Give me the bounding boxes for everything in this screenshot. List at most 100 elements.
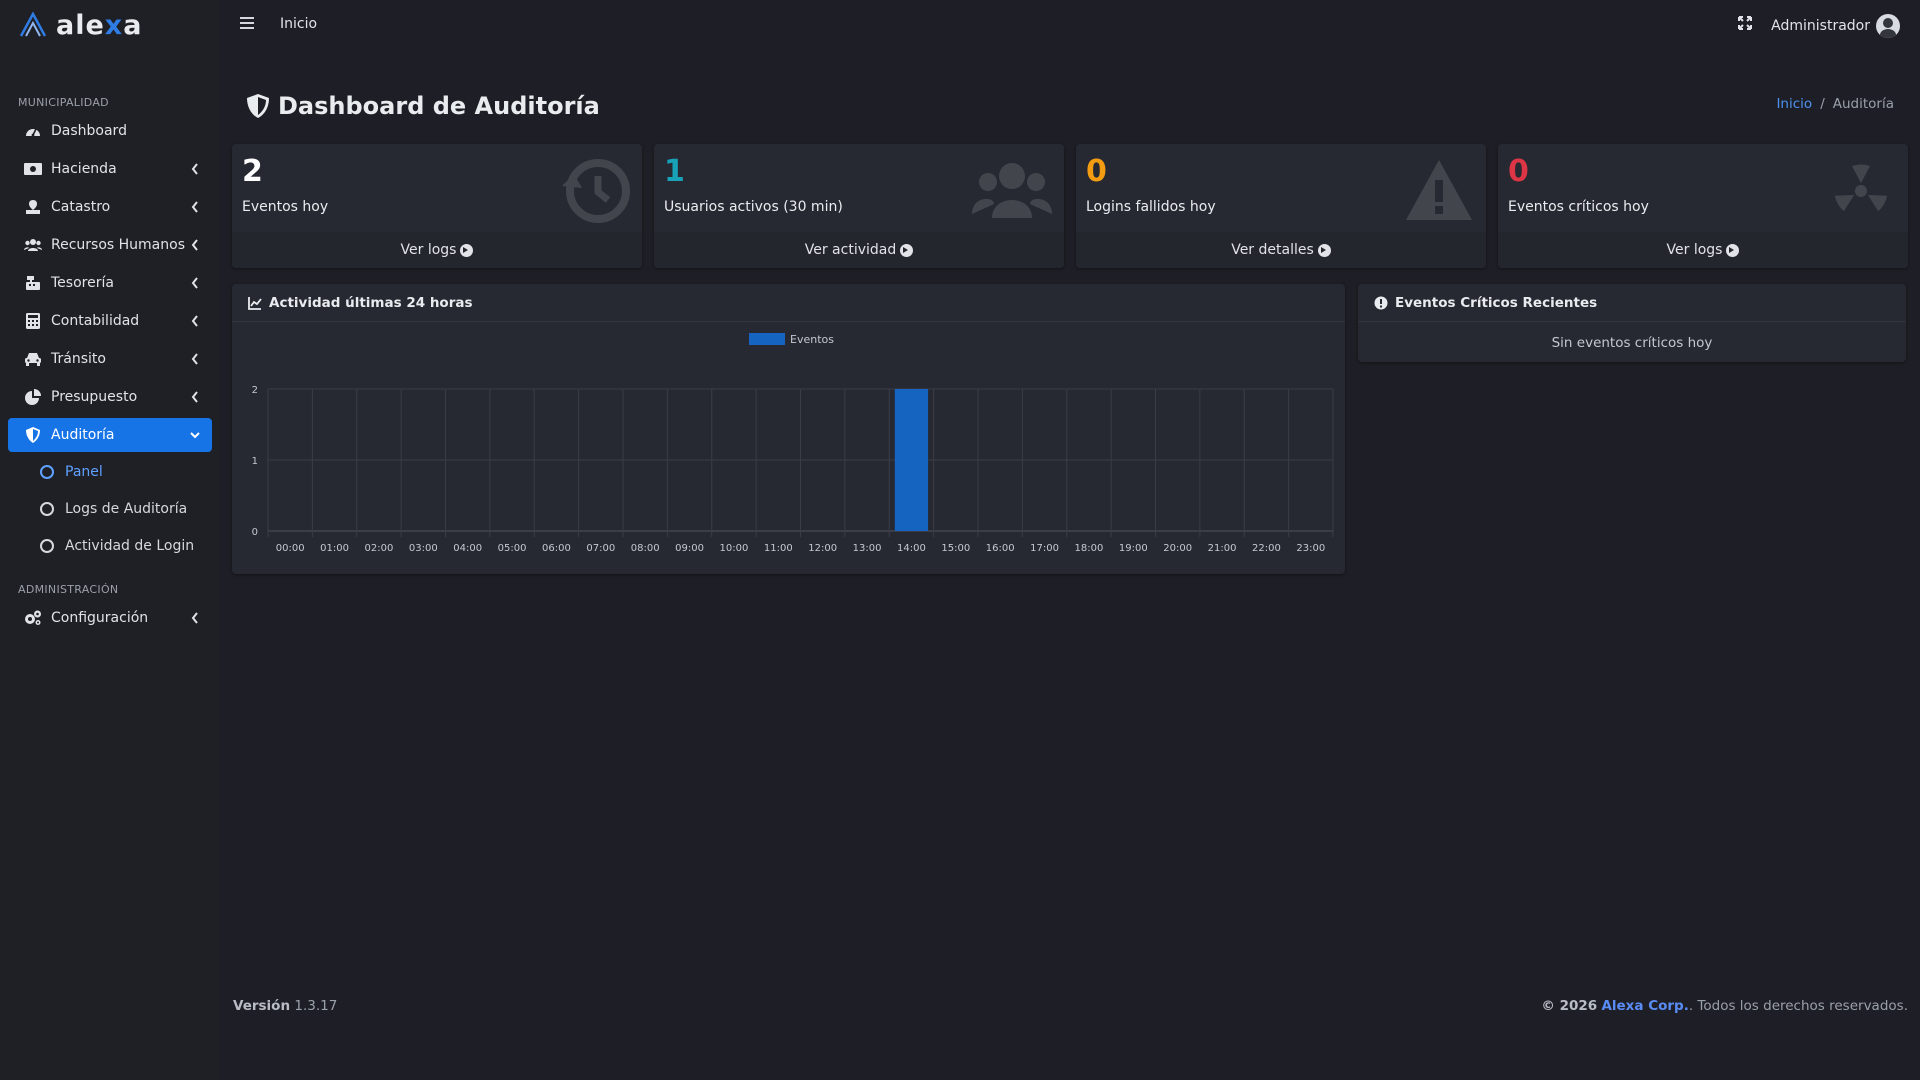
stat-footer-link[interactable]: Ver actividad: [654, 232, 1064, 268]
card-title: Eventos Críticos Recientes: [1395, 294, 1598, 311]
chart-x-ticks: 00:00 01:00 02:00 03:00 04:00 05:00 06:00 07:00…: [276, 543, 1325, 554]
x-tick-label: 20:00: [1163, 543, 1192, 554]
x-tick-label: 05:00: [498, 543, 527, 554]
stat-footer-link[interactable]: Ver logs: [1498, 232, 1908, 268]
x-tick-label: 08:00: [631, 543, 660, 554]
x-tick-label: 21:00: [1208, 543, 1237, 554]
stat-link-label: Ver detalles: [1231, 242, 1314, 258]
y-tick-label: 0: [252, 527, 258, 538]
user-menu[interactable]: Administrador: [1771, 14, 1900, 38]
sidebar: alexa MUNICIPALIDAD Dashboard Hacienda C…: [0, 0, 220, 1080]
fullscreen-icon[interactable]: [1738, 16, 1752, 30]
sidebar-item-hacienda[interactable]: Hacienda: [8, 152, 212, 186]
chevron-left-icon: [191, 201, 198, 213]
card-header: Actividad últimas 24 horas: [232, 284, 1345, 322]
breadcrumb-current: Auditoría: [1832, 96, 1894, 112]
stat-box-logins-fallidos: 0 Logins fallidos hoy Ver detalles: [1076, 144, 1486, 268]
money-icon: [24, 161, 42, 177]
x-tick-label: 14:00: [897, 543, 926, 554]
sidebar-item-configuracion[interactable]: Configuración: [8, 601, 212, 635]
breadcrumb: Inicio / Auditoría: [1776, 96, 1894, 112]
arrow-circle-right-icon: [1317, 243, 1331, 257]
alexa-logo-icon: [19, 11, 47, 37]
sidebar-subitem-logs-auditoria[interactable]: Logs de Auditoría: [8, 492, 212, 526]
legend-label: Eventos: [790, 333, 834, 346]
x-tick-label: 09:00: [675, 543, 704, 554]
chevron-left-icon: [191, 277, 198, 289]
empty-state-text: Sin eventos críticos hoy: [1551, 335, 1713, 351]
sidebar-item-label: Tesorería: [51, 275, 114, 291]
top-nav-home-link[interactable]: Inicio: [280, 16, 317, 32]
bar-14:00[interactable]: [894, 389, 929, 531]
topbar: Inicio Administrador: [220, 0, 1920, 50]
x-tick-label: 16:00: [986, 543, 1015, 554]
nav-header-municipalidad: MUNICIPALIDAD: [18, 96, 109, 109]
sidebar-item-presupuesto[interactable]: Presupuesto: [8, 380, 212, 414]
legend-swatch: [749, 333, 785, 345]
car-icon: [24, 351, 42, 367]
history-icon: [562, 159, 630, 223]
sidebar-subitem-panel[interactable]: Panel: [8, 455, 212, 489]
sidebar-item-transito[interactable]: Tránsito: [8, 342, 212, 376]
sidebar-item-label: Recursos Humanos: [51, 237, 185, 253]
x-tick-label: 23:00: [1296, 543, 1325, 554]
chevron-down-icon: [190, 432, 200, 439]
sidebar-item-recursos-humanos[interactable]: Recursos Humanos: [8, 228, 212, 262]
chevron-left-icon: [191, 391, 198, 403]
page-header: Dashboard de Auditoría: [246, 92, 600, 120]
stat-label: Logins fallidos hoy: [1086, 199, 1216, 215]
stat-footer-link[interactable]: Ver logs: [232, 232, 642, 268]
card-title: Actividad últimas 24 horas: [269, 294, 473, 311]
warning-icon: [1406, 160, 1472, 220]
sidebar-subitem-actividad-login[interactable]: Actividad de Login: [8, 529, 212, 563]
arrow-circle-right-icon: [460, 243, 474, 257]
brand[interactable]: alexa: [0, 0, 220, 50]
sidebar-item-label: Configuración: [51, 610, 149, 626]
avatar: [1876, 14, 1900, 38]
sidebar-item-label: Hacienda: [51, 161, 117, 177]
sidebar-item-label: Auditoría: [51, 427, 115, 443]
pie-chart-icon: [24, 389, 42, 405]
stat-link-label: Ver logs: [400, 242, 457, 258]
hamburger-menu-icon[interactable]: [240, 17, 254, 29]
stat-value: 0: [1086, 154, 1107, 189]
sidebar-subitem-label: Logs de Auditoría: [65, 501, 188, 517]
sidebar-item-catastro[interactable]: Catastro: [8, 190, 212, 224]
x-tick-label: 03:00: [409, 543, 438, 554]
sidebar-item-label: Catastro: [51, 199, 111, 215]
stat-value: 1: [664, 154, 685, 189]
x-tick-label: 11:00: [764, 543, 793, 554]
map-icon: [24, 199, 42, 215]
stat-value: 0: [1508, 154, 1529, 189]
stat-box-usuarios-activos: 1 Usuarios activos (30 min) Ver activida…: [654, 144, 1064, 268]
copyright-year: © 2026: [1541, 998, 1598, 1014]
line-chart-icon: [248, 296, 262, 310]
breadcrumb-home-link[interactable]: Inicio: [1776, 96, 1812, 112]
breadcrumb-separator: /: [1820, 96, 1825, 112]
version-label: Versión: [233, 998, 291, 1014]
stat-value: 2: [242, 154, 263, 189]
sidebar-item-tesoreria[interactable]: Tesorería: [8, 266, 212, 300]
circle-icon: [40, 502, 54, 516]
exclamation-circle-icon: [1374, 296, 1388, 309]
chevron-left-icon: [191, 163, 198, 175]
sidebar-item-dashboard[interactable]: Dashboard: [8, 114, 212, 148]
x-tick-label: 01:00: [320, 543, 349, 554]
corp-link[interactable]: Alexa Corp.: [1601, 998, 1688, 1014]
x-tick-label: 13:00: [853, 543, 882, 554]
nav-header-administracion: ADMINISTRACIÓN: [18, 583, 119, 596]
stat-footer-link[interactable]: Ver detalles: [1076, 232, 1486, 268]
x-tick-label: 12:00: [808, 543, 837, 554]
sidebar-item-auditoria[interactable]: Auditoría: [8, 418, 212, 452]
y-tick-label: 2: [252, 385, 258, 396]
sidebar-subitem-label: Actividad de Login: [65, 538, 195, 554]
x-tick-label: 04:00: [453, 543, 482, 554]
chevron-left-icon: [191, 239, 198, 251]
users-icon: [972, 163, 1052, 218]
cash-register-icon: [24, 275, 42, 291]
chart-grid: [267, 388, 1334, 537]
stat-label: Eventos hoy: [242, 199, 329, 215]
arrow-circle-right-icon: [1726, 243, 1740, 257]
sidebar-item-contabilidad[interactable]: Contabilidad: [8, 304, 212, 338]
x-tick-label: 18:00: [1075, 543, 1104, 554]
